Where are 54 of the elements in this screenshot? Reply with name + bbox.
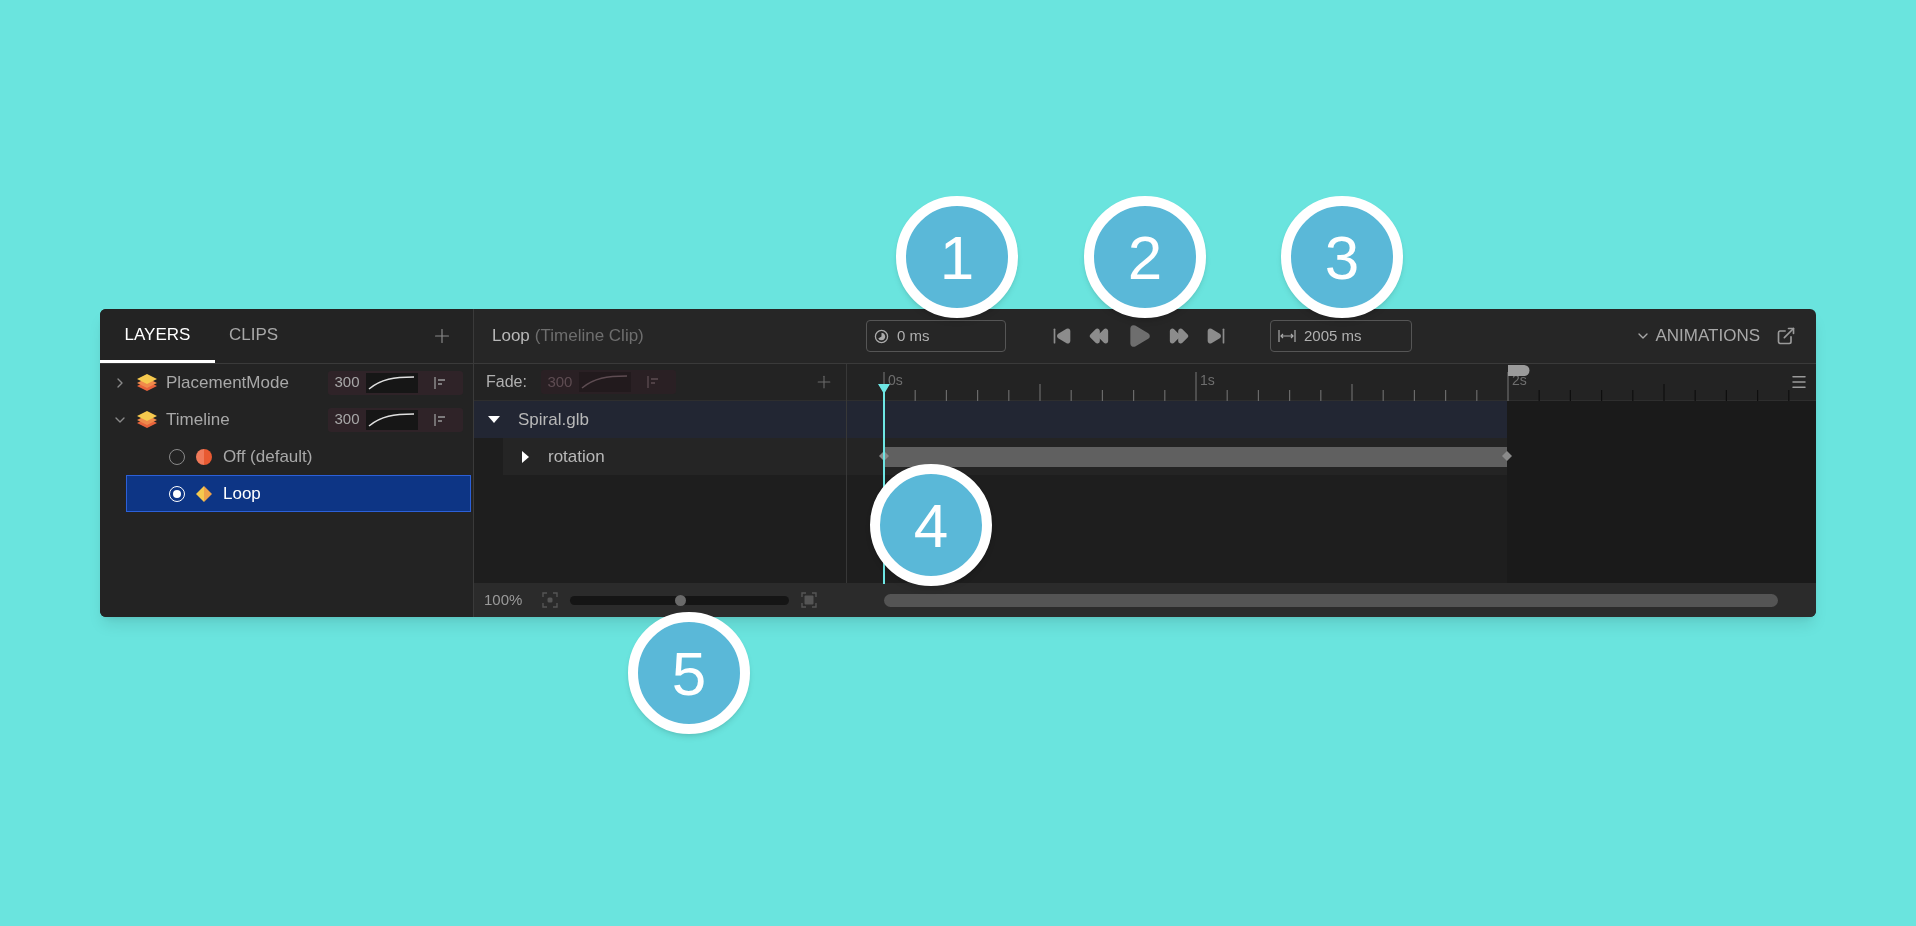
clip-type: (Timeline Clip) — [534, 325, 644, 348]
tab[interactable]: LAYERS — [100, 309, 215, 363]
menu-icon[interactable] — [1790, 373, 1808, 391]
clock-icon — [874, 328, 889, 344]
ruler-label: 0s — [888, 371, 903, 390]
curve-icon — [578, 372, 631, 392]
clip-title: Loop — [492, 325, 530, 348]
layer-name[interactable]: Timeline — [166, 406, 320, 433]
callout-badge: 5 — [628, 612, 750, 734]
fast-forward-icon[interactable] — [1169, 326, 1189, 346]
track-row[interactable]: Spiral.glb — [474, 401, 846, 438]
layer-name[interactable]: PlacementMode — [166, 369, 320, 396]
end-marker-icon[interactable] — [1508, 365, 1530, 376]
track-name: Spiral.glb — [518, 408, 589, 431]
property-name: rotation — [548, 445, 605, 468]
layers-icon — [136, 371, 158, 394]
fade-value: 300 — [333, 409, 361, 430]
ruler-label: 1s — [1200, 371, 1215, 390]
fade-value: 300 — [333, 372, 361, 393]
callout-badge: 2 — [1084, 196, 1206, 318]
align-icon — [645, 375, 660, 389]
diamond-icon — [195, 484, 213, 503]
width-icon — [1278, 329, 1296, 343]
clip-name: Loop — [223, 482, 261, 505]
clip-row[interactable]: Loop — [126, 475, 471, 512]
zoom-slider[interactable] — [570, 595, 789, 605]
curve-icon — [366, 409, 418, 430]
time-field[interactable]: 0 ms — [866, 320, 1006, 352]
property-row[interactable]: rotation — [503, 438, 846, 475]
curve-icon — [366, 372, 418, 393]
keyframe-icon[interactable] — [1502, 451, 1512, 461]
layers-icon — [136, 408, 158, 431]
clip-name: Off (default) — [223, 445, 313, 468]
animations-dropdown[interactable]: ANIMATIONS — [1635, 323, 1760, 349]
align-icon — [433, 412, 447, 427]
zoom-reading: 100% — [484, 589, 524, 610]
skip-forward-icon[interactable] — [1206, 326, 1226, 346]
scrollbar[interactable] — [884, 593, 1778, 607]
tab[interactable]: CLIPS — [215, 309, 293, 363]
clip-row[interactable]: Off (default) — [126, 438, 471, 475]
callout-badge: 3 — [1281, 196, 1403, 318]
external-link-icon[interactable] — [1776, 326, 1796, 346]
slider-thumb[interactable] — [674, 594, 686, 606]
callout-badge: 1 — [896, 196, 1018, 318]
rewind-icon[interactable] — [1089, 326, 1109, 346]
fade-label: Fade: — [486, 372, 527, 392]
fade-control[interactable]: 300 — [328, 370, 463, 395]
duration-value: 2005 ms — [1304, 325, 1362, 346]
skip-back-icon[interactable] — [1052, 326, 1072, 346]
time-value: 0 ms — [897, 325, 930, 346]
fade-control[interactable]: 300 — [328, 407, 463, 432]
half-circle-icon — [195, 447, 213, 466]
duration-field[interactable]: 2005 ms — [1270, 320, 1412, 352]
align-icon — [433, 375, 447, 390]
